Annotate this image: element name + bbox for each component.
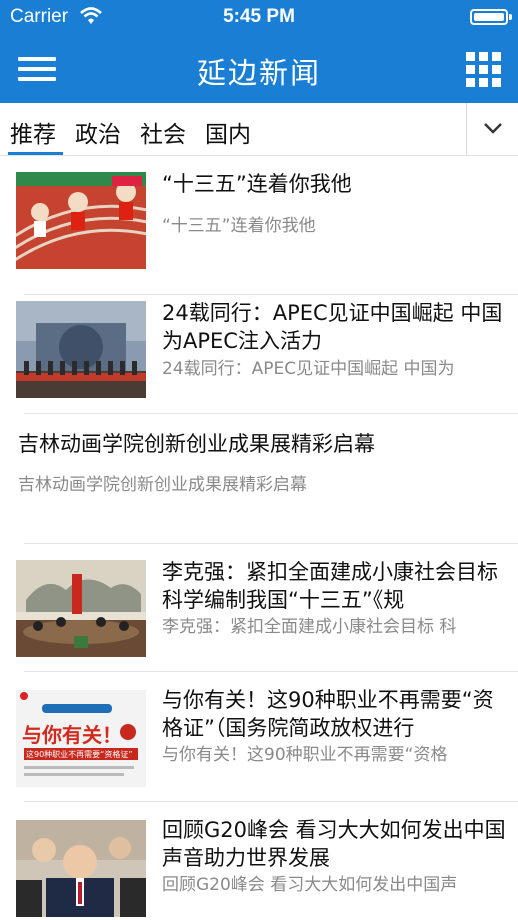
news-summary: 24载同行：APEC见证中国崛起 中国为 [162,359,455,379]
news-item[interactable]: 24载同行：APEC见证中国崛起 中国为APEC注入活力 24载同行：APEC见… [0,295,518,414]
news-thumbnail-runners [16,172,146,269]
tab-domestic[interactable]: 国内 [205,115,251,149]
app-title: 延边新闻 [196,56,321,90]
news-summary: 吉林动画学院创新创业成果展精彩启幕 [18,475,307,495]
news-headline: 李克强：紧扣全面建成小康社会目标 科学编制我国“十三五”《规 [162,560,498,612]
news-headline: “十三五”连着你我他 [162,172,352,196]
selected-tab-indicator [8,152,63,155]
news-thumbnail-infographic: 与你有关！ 这90种职业不再需要“资格证” [16,690,146,787]
news-item[interactable]: 与你有关！ 这90种职业不再需要“资格证” 与你有关！这90种职业不再需要“资格… [0,672,518,802]
thumbnail-subtitle: 这90种职业不再需要“资格证” [26,750,133,759]
news-item[interactable]: 吉林动画学院创新创业成果展精彩启幕 吉林动画学院创新创业成果展精彩启幕 [0,414,518,544]
navigation-bar: 延边新闻 [0,34,518,103]
news-summary: 与你有关！这90种职业不再需要“资格 [162,745,448,765]
tab-society[interactable]: 社会 [140,115,186,149]
more-tabs-button[interactable] [466,103,518,155]
news-item[interactable]: “十三五”连着你我他 “十三五”连着你我他 [0,156,518,295]
thumbnail-title: 与你有关！ [22,723,122,747]
news-headline: 24载同行：APEC见证中国崛起 中国为APEC注入活力 [162,301,503,353]
status-time: 5:45 PM [223,6,295,27]
news-summary: “十三五”连着你我他 [162,216,316,236]
battery-icon [470,9,512,25]
chevron-down-icon [484,123,502,134]
news-headline: 与你有关！这90种职业不再需要“资格证”（国务院简政放权进行 [162,688,494,740]
news-thumbnail-apec [16,301,146,398]
news-summary: 李克强：紧扣全面建成小康社会目标 科 [162,617,457,637]
top-bar: Carrier 5:45 PM 延边新闻 [0,0,518,103]
news-thumbnail-meeting [16,560,146,657]
app-grid-icon[interactable] [466,52,502,88]
status-bar: Carrier 5:45 PM [0,0,518,34]
news-headline: 吉林动画学院创新创业成果展精彩启幕 [18,432,375,456]
news-thumbnail-g20 [16,820,146,917]
tab-recommend[interactable]: 推荐 [10,115,56,149]
news-summary: 回顾G20峰会 看习大大如何发出中国声 [162,875,458,895]
battery-level [474,13,504,21]
tab-politics[interactable]: 政治 [75,115,121,149]
news-item[interactable]: 回顾G20峰会 看习大大如何发出中国声音助力世界发展 回顾G20峰会 看习大大如… [0,802,518,920]
category-tabs: 推荐 政治 社会 国内 [0,103,518,156]
news-item[interactable]: 李克强：紧扣全面建成小康社会目标 科学编制我国“十三五”《规 李克强：紧扣全面建… [0,544,518,672]
news-headline: 回顾G20峰会 看习大大如何发出中国声音助力世界发展 [162,818,506,870]
